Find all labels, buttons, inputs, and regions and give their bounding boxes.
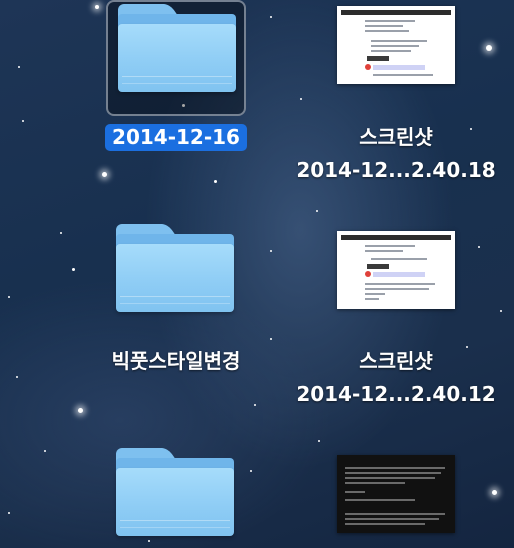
star: [72, 268, 75, 271]
folder-icon: [116, 224, 234, 316]
star: [78, 408, 83, 413]
folder-icon: [118, 4, 236, 96]
desktop-folder-2014-12-16[interactable]: [106, 0, 246, 116]
star: [492, 490, 497, 495]
star: [270, 250, 272, 252]
star: [316, 210, 318, 212]
folder-name-label: 빅풋스타일변경: [111, 349, 241, 373]
desktop-screenshot-3[interactable]: [337, 455, 455, 533]
star: [44, 450, 46, 452]
star: [300, 98, 302, 100]
desktop-screenshot-1[interactable]: [337, 6, 455, 84]
star: [214, 180, 217, 183]
star: [18, 66, 20, 68]
star: [22, 120, 24, 122]
star: [478, 246, 480, 248]
folder-name-label[interactable]: 2014-12-16: [105, 124, 247, 151]
star: [270, 338, 272, 340]
screenshot-name-line2: 2014-12...2.40.18: [296, 158, 496, 182]
star: [102, 172, 107, 177]
star: [8, 296, 10, 298]
screenshot-name-line1: 스크린샷: [359, 349, 433, 373]
star: [270, 16, 272, 18]
desktop-folder-label-wrap: 2014-12-16: [66, 124, 286, 156]
screenshot-name-line2: 2014-12...2.40.12: [296, 382, 496, 406]
star: [250, 470, 252, 472]
desktop-folder-bigfoot[interactable]: [106, 222, 246, 338]
screenshot-name-line1: 스크린샷: [359, 125, 433, 149]
star: [8, 512, 10, 514]
star: [16, 376, 18, 378]
star: [60, 232, 62, 234]
star: [95, 5, 99, 9]
star: [486, 45, 492, 51]
folder-icon: [116, 448, 234, 540]
desktop-folder-3[interactable]: [106, 446, 246, 548]
star: [500, 310, 502, 312]
desktop-screenshot-2[interactable]: [337, 231, 455, 309]
star: [254, 404, 256, 406]
star: [318, 440, 320, 442]
